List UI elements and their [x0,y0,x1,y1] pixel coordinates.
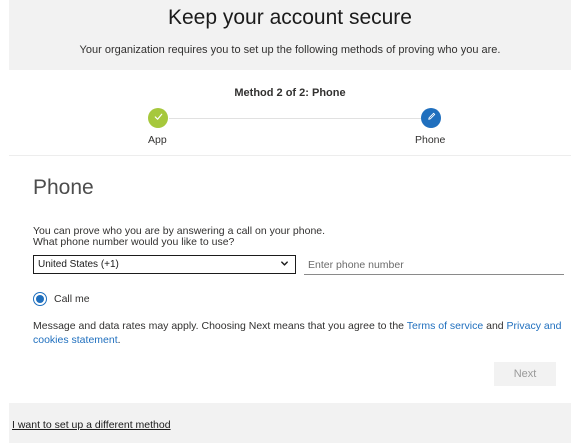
terms-middle: and [483,320,507,332]
different-method-link[interactable]: I want to set up a different method [12,419,171,431]
chevron-down-icon [280,259,289,271]
check-icon [153,109,164,127]
terms-of-service-link[interactable]: Terms of service [407,320,483,332]
page-title: Keep your account secure [168,6,412,29]
step-phone-indicator [421,108,441,128]
step-phone-label: Phone [415,134,446,146]
step-connector [169,118,429,119]
page-header: Keep your account secure Your organizati… [9,0,571,70]
page-subtitle: Your organization requires you to set up… [79,44,501,56]
terms-prefix: Message and data rates may apply. Choosi… [33,320,407,332]
next-button[interactable]: Next [494,362,556,386]
terms-text: Message and data rates may apply. Choosi… [33,319,568,347]
pencil-icon [426,109,437,127]
radio-selected-dot [36,295,44,303]
phone-number-input[interactable]: Enter phone number [304,256,564,275]
left-strip [0,0,9,443]
step-app-label: App [148,134,167,146]
call-me-label: Call me [54,293,90,305]
step-app-indicator [148,108,168,128]
country-code-select[interactable]: United States (+1) [33,255,296,274]
setup-card: Method 2 of 2: Phone App Phone Phone You… [9,70,571,403]
call-me-option[interactable]: Call me [33,292,90,306]
terms-suffix: . [117,334,121,346]
call-me-radio[interactable] [33,292,47,306]
country-select-value: United States (+1) [38,259,119,270]
step-indicator: Method 2 of 2: Phone [234,87,346,99]
progress-steps: Method 2 of 2: Phone App Phone [9,70,571,156]
description-line-2: What phone number would you like to use? [33,236,235,248]
section-heading: Phone [33,176,94,199]
